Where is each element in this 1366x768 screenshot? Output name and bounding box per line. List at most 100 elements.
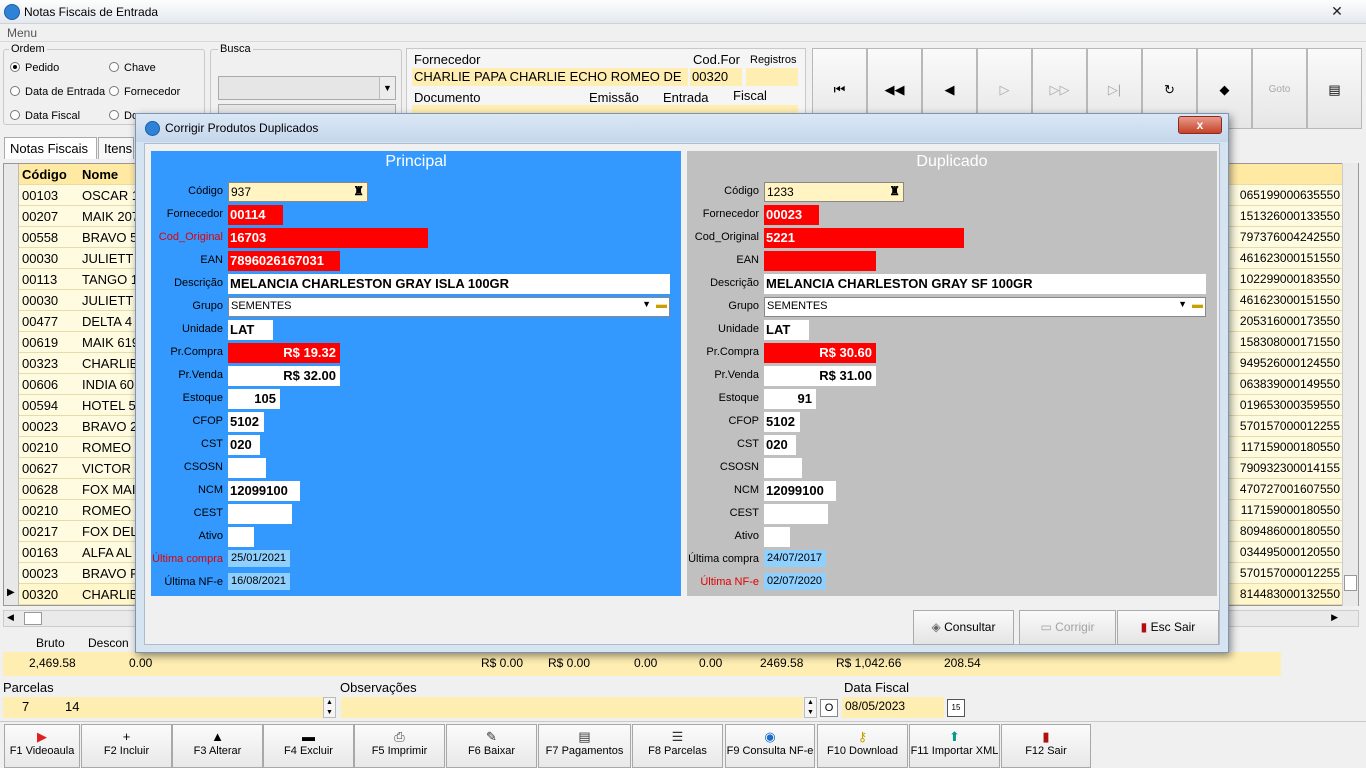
field-descricao[interactable]: MELANCIA CHARLESTON GRAY ISLA 100GR <box>228 274 670 294</box>
fornecedor-field[interactable]: CHARLIE PAPA CHARLIE ECHO ROMEO DE <box>412 68 688 86</box>
scroll-right-icon[interactable]: ▶ <box>1331 612 1338 623</box>
function-key-3[interactable]: ▲ F3 Alterar <box>172 724 263 768</box>
column-header-codigo[interactable]: Código <box>22 167 78 182</box>
codfor-field[interactable]: 00320 <box>690 68 742 86</box>
binoculars-icon[interactable]: ♜ <box>889 184 900 198</box>
function-key-9[interactable]: ◉ F9 Consulta NF-e <box>725 724 815 768</box>
grid-vertical-scrollbar[interactable] <box>1342 163 1358 606</box>
hscroll-thumb[interactable] <box>24 612 42 625</box>
field-ean[interactable]: 7896026167031 <box>228 251 340 271</box>
field-csosn[interactable] <box>764 458 802 478</box>
function-key-label: F10 Download <box>827 745 898 757</box>
field-ean[interactable] <box>764 251 876 271</box>
field-unidade[interactable]: LAT <box>764 320 809 340</box>
function-key-6[interactable]: ✎ F6 Baixar <box>446 724 537 768</box>
consultar-button[interactable]: ◈ Consultar <box>913 610 1014 645</box>
parcelas-spinner[interactable]: ▲ ▼ <box>323 697 336 718</box>
field-ultima-compra[interactable]: 25/01/2021 <box>228 550 290 567</box>
field-ultima-nfe[interactable]: 02/07/2020 <box>764 573 826 590</box>
window-close-button[interactable]: ✕ <box>1316 2 1358 20</box>
field-unidade[interactable]: LAT <box>228 320 273 340</box>
field-cfop[interactable]: 5102 <box>764 412 800 432</box>
function-key-11[interactable]: ⬆ F11 Importar XML <box>909 724 1000 768</box>
summary-value: 0.00 <box>699 656 723 670</box>
field-cst[interactable]: 020 <box>764 435 796 455</box>
radio-dot[interactable] <box>10 62 20 72</box>
folder-icon[interactable]: ▬ <box>1192 299 1203 311</box>
tab-itens[interactable]: Itens <box>98 137 134 159</box>
data-fiscal-field[interactable]: 08/05/2023 <box>842 697 944 718</box>
function-key-1[interactable]: ▶ F1 Videoaula <box>4 724 80 768</box>
field-pr-venda[interactable]: R$ 32.00 <box>228 366 340 386</box>
field-cest[interactable] <box>764 504 828 524</box>
goto-button[interactable]: Goto <box>1252 48 1307 129</box>
function-key-7[interactable]: ▤ F7 Pagamentos <box>538 724 631 768</box>
function-key-4[interactable]: ▬ F4 Excluir <box>263 724 354 768</box>
sair-button[interactable]: ▮ Esc Sair <box>1117 610 1219 645</box>
field-ncm[interactable]: 12099100 <box>228 481 300 501</box>
observacoes-spinner[interactable]: ▲ ▼ <box>804 697 817 718</box>
menu-item[interactable]: Menu <box>7 26 37 40</box>
scroll-thumb[interactable] <box>1344 575 1357 591</box>
radio-dot[interactable] <box>109 62 119 72</box>
field-fornecedor[interactable]: 00023 <box>764 205 819 225</box>
field-ultima-nfe[interactable]: 16/08/2021 <box>228 573 290 590</box>
field-grupo[interactable]: SEMENTES ▼ ▬ <box>764 297 1206 317</box>
function-key-10[interactable]: ⚷ F10 Download <box>817 724 908 768</box>
field-descricao[interactable]: MELANCIA CHARLESTON GRAY SF 100GR <box>764 274 1206 294</box>
field-pr-compra[interactable]: R$ 19.32 <box>228 343 340 363</box>
field-fornecedor[interactable]: 00114 <box>228 205 283 225</box>
window-title: Notas Fiscais de Entrada <box>24 5 159 19</box>
field-ncm[interactable]: 12099100 <box>764 481 836 501</box>
field-ativo[interactable] <box>764 527 790 547</box>
calendar-icon[interactable]: 15 <box>947 699 965 717</box>
radio-dot[interactable] <box>109 86 119 96</box>
observacoes-field[interactable] <box>341 697 803 718</box>
scroll-left-icon[interactable]: ◀ <box>7 612 14 623</box>
field-cod-original[interactable]: 5221 <box>764 228 964 248</box>
chevron-down-icon[interactable]: ▼ <box>1178 299 1187 309</box>
radio-ordem-option[interactable]: Do <box>109 110 138 122</box>
cell-nome: INDIA 60 <box>82 377 135 392</box>
folder-icon[interactable]: ▬ <box>656 299 667 311</box>
field-cst[interactable]: 020 <box>228 435 260 455</box>
busca-combo[interactable]: ▼ <box>218 76 396 100</box>
field-pr-venda[interactable]: R$ 31.00 <box>764 366 876 386</box>
tab-notas-fiscais[interactable]: Notas Fiscais <box>4 137 97 159</box>
radio-ordem-option[interactable]: Fornecedor <box>109 86 180 98</box>
radio-ordem-option[interactable]: Pedido <box>10 62 59 74</box>
binoculars-icon[interactable]: ♜ <box>353 184 364 198</box>
function-key-2[interactable]: + F2 Incluir <box>81 724 172 768</box>
field-cfop[interactable]: 5102 <box>228 412 264 432</box>
radio-ordem-option[interactable]: Data Fiscal <box>10 110 80 122</box>
field-grupo[interactable]: SEMENTES ▼ ▬ <box>228 297 670 317</box>
field-cod-original[interactable]: 16703 <box>228 228 428 248</box>
field-estoque[interactable]: 105 <box>228 389 280 409</box>
parcelas-field[interactable]: 7 14 <box>3 697 323 718</box>
dialog-close-button[interactable]: x <box>1178 116 1222 134</box>
field-pr-compra[interactable]: R$ 30.60 <box>764 343 876 363</box>
field-codigo[interactable]: 937 ♜ <box>228 182 368 202</box>
registros-field <box>746 68 798 86</box>
play-icon: ▶ <box>37 729 47 744</box>
radio-ordem-option[interactable]: Data de Entrada <box>10 86 105 98</box>
function-key-8[interactable]: ☰ F8 Parcelas <box>632 724 723 768</box>
field-codigo[interactable]: 1233 ♜ <box>764 182 904 202</box>
layout-button[interactable]: ▤ <box>1307 48 1362 129</box>
observacoes-button[interactable]: O <box>820 699 838 717</box>
field-cest[interactable] <box>228 504 292 524</box>
radio-dot[interactable] <box>10 86 20 96</box>
field-csosn[interactable] <box>228 458 266 478</box>
column-header-nome[interactable]: Nome <box>82 167 142 182</box>
field-estoque[interactable]: 91 <box>764 389 816 409</box>
corrigir-button[interactable]: ▭ Corrigir <box>1019 610 1116 645</box>
field-ultima-compra[interactable]: 24/07/2017 <box>764 550 826 567</box>
function-key-5[interactable]: ⎙ F5 Imprimir <box>354 724 445 768</box>
chevron-down-icon[interactable]: ▼ <box>642 299 651 309</box>
radio-dot[interactable] <box>109 110 119 120</box>
radio-dot[interactable] <box>10 110 20 120</box>
field-ativo[interactable] <box>228 527 254 547</box>
radio-ordem-option[interactable]: Chave <box>109 62 156 74</box>
function-key-12[interactable]: ▮ F12 Sair <box>1001 724 1091 768</box>
chevron-down-icon[interactable]: ▼ <box>379 77 395 99</box>
